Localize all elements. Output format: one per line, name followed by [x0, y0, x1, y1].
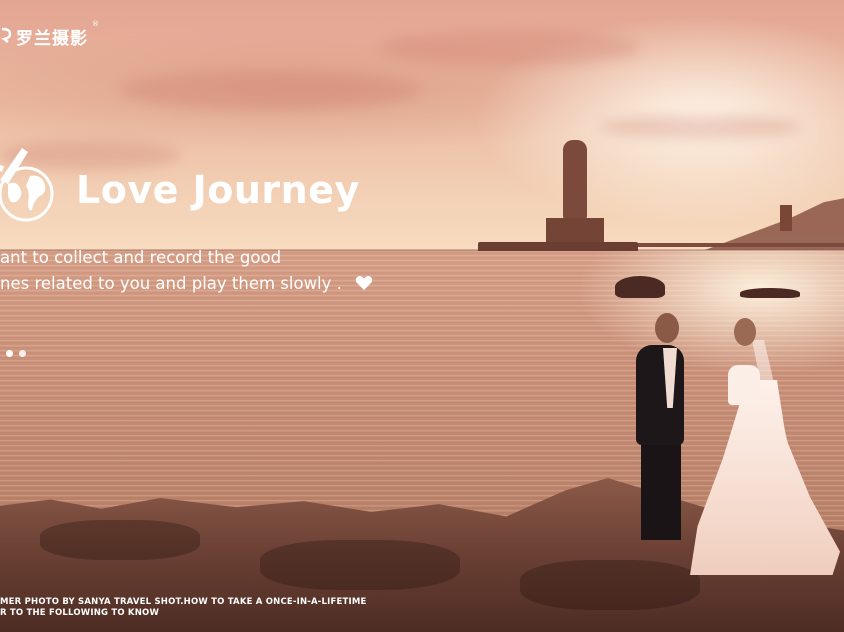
- bride: [728, 365, 760, 405]
- groom-head: [655, 313, 679, 343]
- hero-tagline: ant to collect and record the good nes r…: [0, 245, 373, 297]
- logo-mark-icon: [0, 27, 12, 47]
- footer-caption: MER PHOTO BY SANYA TRAVEL SHOT.HOW TO TA…: [0, 597, 367, 619]
- cloud: [600, 115, 800, 139]
- hero-background-photo: [0, 0, 844, 632]
- cloud: [380, 30, 640, 66]
- sea-rock: [615, 276, 665, 298]
- rock: [40, 520, 200, 560]
- tagline-line-1: ant to collect and record the good: [0, 248, 282, 267]
- pagoda: [780, 205, 792, 231]
- registered-mark: ®: [92, 20, 99, 28]
- tagline-line-2: nes related to you and play them slowly …: [0, 271, 373, 297]
- globe-plane-icon: [0, 148, 54, 222]
- carousel-dot-2[interactable]: [19, 350, 26, 357]
- brand-logo[interactable]: 罗兰摄影 ®: [0, 20, 99, 49]
- rock: [520, 560, 700, 610]
- groom: [636, 345, 684, 445]
- bridge: [635, 243, 844, 247]
- logo-text: 罗兰摄影: [16, 29, 88, 49]
- carousel-dot-1[interactable]: [6, 350, 13, 357]
- statue-base: [478, 242, 638, 251]
- carousel-dots: [6, 350, 26, 357]
- groom-legs: [641, 440, 681, 540]
- statue: [563, 140, 587, 220]
- footer-line-1: MER PHOTO BY SANYA TRAVEL SHOT.HOW TO TA…: [0, 597, 367, 607]
- tagline-line-2-text: nes related to you and play them slowly …: [0, 274, 342, 293]
- cloud: [120, 70, 420, 110]
- rock: [260, 540, 460, 590]
- heart-icon: [355, 276, 373, 290]
- bride-head: [734, 318, 756, 346]
- footer-line-2: R TO THE FOLLOWING TO KNOW: [0, 608, 160, 618]
- sea-rock: [740, 288, 800, 298]
- statue-pedestal: [546, 218, 604, 244]
- hero-title: Love Journey: [76, 168, 360, 212]
